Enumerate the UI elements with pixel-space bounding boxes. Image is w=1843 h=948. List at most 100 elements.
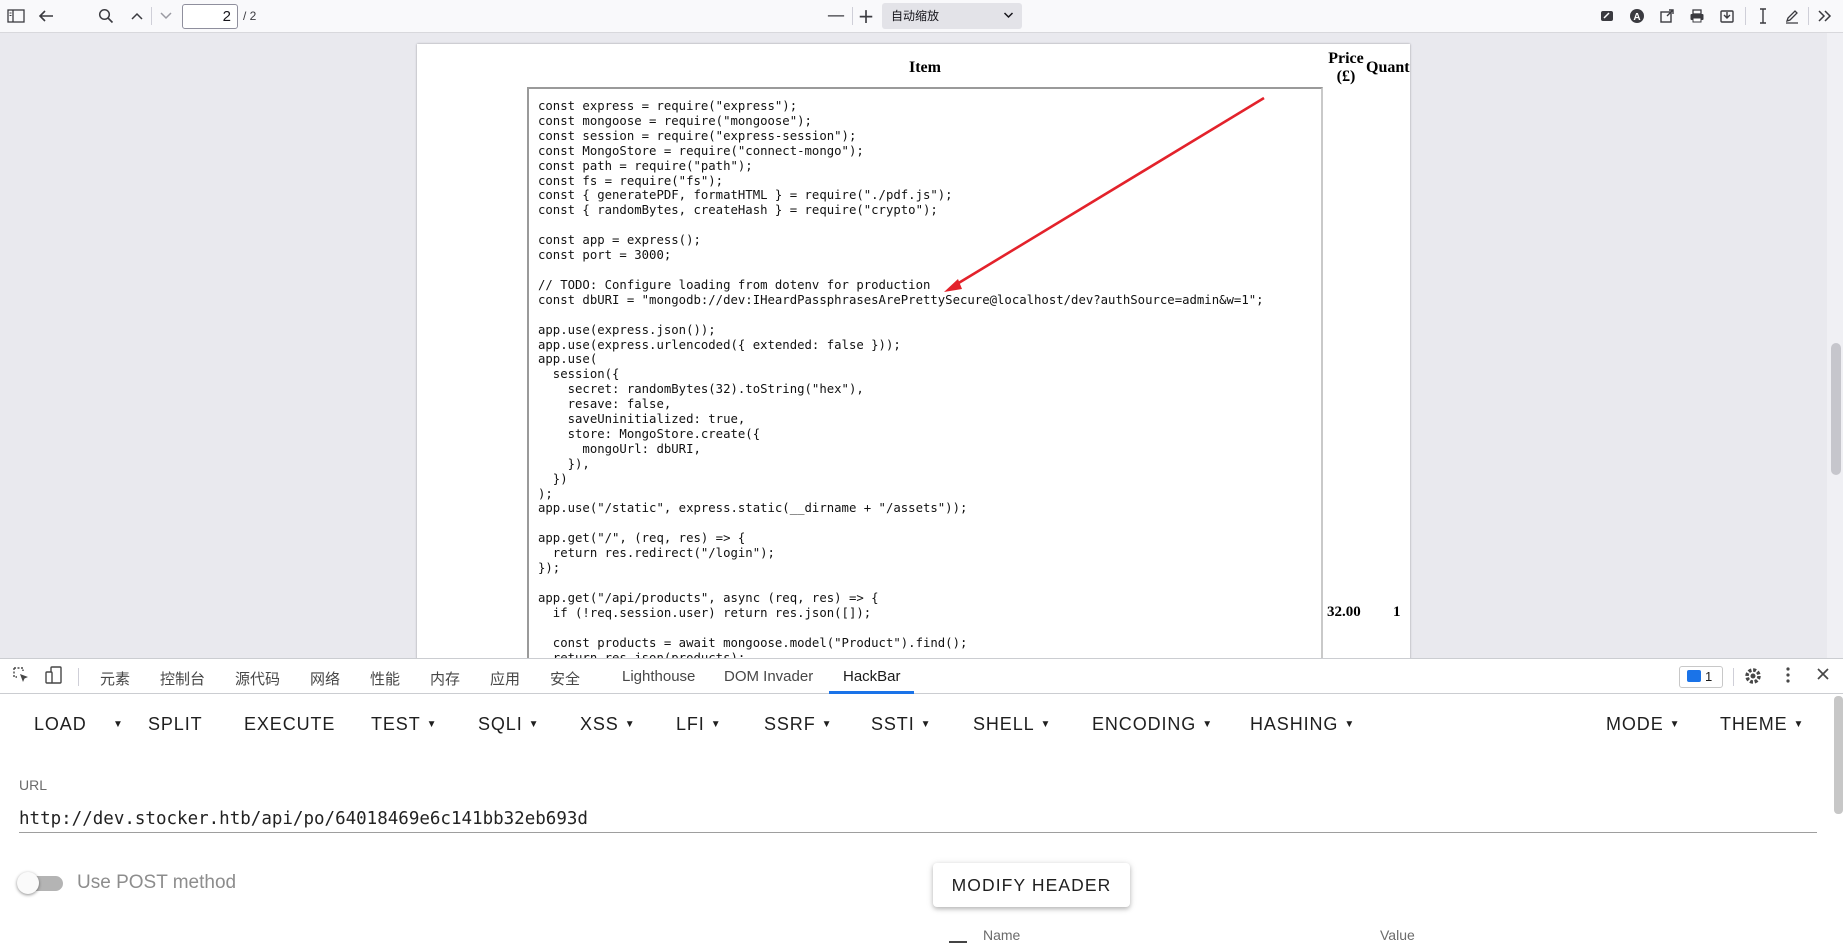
download-icon[interactable]	[1716, 6, 1738, 26]
header-value-column: Value	[1380, 927, 1415, 943]
tab-elements[interactable]: 元素	[100, 668, 130, 689]
issues-count: 1	[1705, 669, 1713, 684]
ssrf-menu-label: SSRF	[764, 714, 816, 734]
shell-menu[interactable]: SHELL ▼	[973, 714, 1051, 735]
hashing-menu-label: HASHING	[1250, 714, 1339, 734]
toolbar-divider	[151, 7, 152, 25]
red-arrow-annotation	[944, 96, 1265, 292]
url-label: URL	[19, 777, 48, 793]
zoom-select[interactable]: 自动缩放	[882, 3, 1022, 29]
caret-down-icon: ▼	[821, 719, 833, 730]
more-options-icon[interactable]	[1777, 666, 1799, 686]
hackbar-scrollbar-thumb[interactable]	[1834, 696, 1843, 814]
tab-divider	[1733, 668, 1734, 686]
tab-divider	[78, 668, 79, 686]
tab-network[interactable]: 网络	[310, 668, 340, 689]
toolbar-divider	[1808, 7, 1809, 25]
hashing-menu[interactable]: HASHING ▼	[1250, 714, 1355, 735]
shell-menu-label: SHELL	[973, 714, 1035, 734]
encoding-menu[interactable]: ENCODING ▼	[1092, 714, 1213, 735]
page-number-input[interactable]	[182, 4, 238, 29]
text-cursor-icon[interactable]	[1752, 6, 1774, 26]
lfi-menu[interactable]: LFI ▼	[676, 714, 722, 735]
execute-button[interactable]: EXECUTE	[244, 714, 335, 735]
page-total: / 2	[243, 9, 257, 23]
theme-menu-label: THEME	[1720, 714, 1788, 734]
caret-down-icon: ▼	[426, 719, 438, 730]
modify-header-button[interactable]: MODIFY HEADER	[933, 863, 1130, 907]
tab-hackbar[interactable]: HackBar	[843, 668, 901, 685]
test-menu[interactable]: TEST ▼	[371, 714, 437, 735]
double-chevron-right-icon[interactable]	[1814, 6, 1836, 26]
test-menu-label: TEST	[371, 714, 421, 734]
caret-down-icon: ▼	[113, 719, 124, 730]
post-method-label: Use POST method	[77, 872, 237, 893]
device-toolbar-icon[interactable]	[43, 666, 65, 686]
caret-down-icon: ▼	[1344, 719, 1356, 730]
select-all-checkbox[interactable]	[947, 928, 969, 943]
sqli-menu[interactable]: SQLI ▼	[478, 714, 539, 735]
tab-security[interactable]: 安全	[550, 668, 580, 689]
lfi-menu-label: LFI	[676, 714, 705, 734]
ssti-menu-label: SSTI	[871, 714, 915, 734]
caret-down-icon: ▼	[1202, 719, 1214, 730]
inspect-element-icon[interactable]	[10, 666, 32, 686]
devtools-tab-bar: 元素 控制台 源代码 网络 性能 内存 应用 安全 Lighthouse DOM…	[0, 658, 1843, 694]
chevron-down-icon[interactable]	[155, 6, 177, 26]
pdf-toolbar: / 2 — + 自动缩放 A	[0, 0, 1843, 33]
tab-console[interactable]: 控制台	[160, 668, 205, 689]
tab-application[interactable]: 应用	[490, 668, 520, 689]
tab-dom-invader[interactable]: DOM Invader	[724, 668, 813, 685]
pdf-scrollbar-thumb[interactable]	[1831, 343, 1841, 475]
issues-badge[interactable]: 1	[1679, 666, 1723, 688]
tab-memory[interactable]: 内存	[430, 668, 460, 689]
tab-sources[interactable]: 源代码	[235, 668, 280, 689]
hackbar-panel: LOAD ▼ SPLIT EXECUTE TEST ▼ SQLI ▼ XSS ▼ LF…	[0, 694, 1843, 948]
close-icon[interactable]	[1812, 666, 1834, 686]
caret-down-icon: ▼	[1793, 719, 1805, 730]
url-input[interactable]	[19, 805, 1817, 833]
tab-performance[interactable]: 性能	[370, 668, 400, 689]
ssrf-menu[interactable]: SSRF ▼	[764, 714, 832, 735]
caret-down-icon: ▼	[710, 719, 722, 730]
draw-icon[interactable]	[1781, 6, 1803, 26]
zoom-select-value: 自动缩放	[891, 9, 940, 23]
open-external-icon[interactable]	[1656, 6, 1678, 26]
load-dropdown-toggle[interactable]: ▼	[107, 714, 124, 735]
load-button[interactable]: LOAD	[34, 714, 87, 735]
message-icon	[1687, 670, 1701, 682]
svg-text:A: A	[1633, 12, 1640, 23]
sidebar-toggle-icon[interactable]	[5, 6, 27, 26]
print-icon[interactable]	[1686, 6, 1708, 26]
arrow-left-icon[interactable]	[35, 6, 57, 26]
font-icon[interactable]: A	[1626, 6, 1648, 26]
highlight-icon[interactable]	[1596, 6, 1618, 26]
zoom-out-button[interactable]: —	[825, 6, 847, 26]
header-name-column: Name	[983, 927, 1021, 943]
toggle-knob	[17, 872, 39, 894]
settings-gear-icon[interactable]	[1742, 666, 1764, 686]
sqli-menu-label: SQLI	[478, 714, 523, 734]
caret-down-icon: ▼	[624, 719, 636, 730]
chevron-down-icon	[1003, 3, 1014, 29]
mode-menu-label: MODE	[1606, 714, 1664, 734]
caret-down-icon: ▼	[920, 719, 932, 730]
chevron-up-icon[interactable]	[126, 6, 148, 26]
tab-lighthouse[interactable]: Lighthouse	[622, 668, 695, 685]
caret-down-icon: ▼	[1669, 719, 1681, 730]
pdf-viewer[interactable]: Item Price (£) Quant const express = req…	[0, 33, 1843, 658]
xss-menu-label: XSS	[580, 714, 619, 734]
post-method-toggle[interactable]	[17, 870, 65, 896]
encoding-menu-label: ENCODING	[1092, 714, 1197, 734]
caret-down-icon: ▼	[528, 719, 540, 730]
theme-menu[interactable]: THEME ▼	[1720, 714, 1804, 735]
toolbar-divider	[852, 7, 853, 25]
ssti-menu[interactable]: SSTI ▼	[871, 714, 931, 735]
toolbar-divider	[1745, 7, 1746, 25]
mode-menu[interactable]: MODE ▼	[1606, 714, 1680, 735]
caret-down-icon: ▼	[1040, 719, 1052, 730]
zoom-in-button[interactable]: +	[855, 6, 877, 26]
search-icon[interactable]	[95, 6, 117, 26]
xss-menu[interactable]: XSS ▼	[580, 714, 636, 735]
split-button[interactable]: SPLIT	[148, 714, 203, 735]
